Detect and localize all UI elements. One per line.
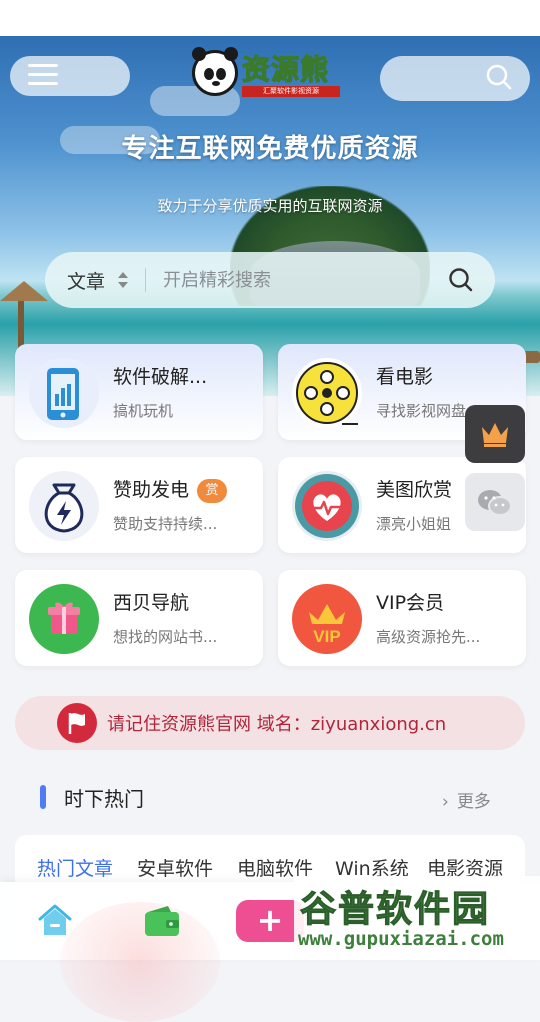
card-title: 软件破解... — [113, 366, 208, 388]
wallet-icon[interactable] — [142, 904, 182, 938]
heart-pulse-icon — [292, 471, 362, 541]
chevron-right-icon: › — [442, 792, 449, 812]
tab-hot-articles[interactable]: 热门文章 — [37, 854, 113, 881]
domain-notice: 请记住资源熊官网 域名：ziyuanxiong.cn — [15, 696, 525, 750]
more-link[interactable]: › 更多 — [442, 787, 491, 812]
divider — [145, 268, 146, 292]
card-desc: 漂亮小姐姐 — [376, 515, 452, 533]
reward-badge: 赏 — [197, 479, 228, 503]
card-vip[interactable]: VIP VIP会员 高级资源抢先... — [278, 570, 526, 666]
site-logo[interactable]: 资源熊 汇聚软件影视资源 — [192, 47, 344, 100]
card-title: 美图欣赏 — [376, 479, 453, 501]
card-desc: 搞机玩机 — [113, 402, 174, 420]
brand-name: 资源熊 — [241, 52, 330, 86]
crown-float-button[interactable] — [465, 405, 525, 463]
watermark-logo: 谷普软件园 www.gupuxiazai.com — [294, 876, 540, 960]
film-reel-icon — [292, 358, 362, 428]
card-navigation[interactable]: 西贝导航 想找的网站书... — [15, 570, 263, 666]
search-category-select[interactable]: 文章 — [67, 267, 105, 294]
notice-text: 请记住资源熊官网 域名：ziyuanxiong.cn — [107, 714, 447, 735]
search-bar: 文章 — [45, 252, 495, 308]
svg-text:VIP: VIP — [313, 627, 340, 646]
money-bag-icon — [29, 471, 99, 541]
search-submit-icon[interactable] — [447, 266, 475, 294]
watermark-url: www.gupuxiazai.com — [298, 928, 504, 950]
card-desc: 高级资源抢先... — [376, 628, 481, 646]
menu-icon[interactable] — [28, 64, 58, 88]
tab-android-software[interactable]: 安卓软件 — [137, 854, 213, 881]
card-desc: 想找的网站书... — [113, 628, 218, 646]
card-title: 赞助发电赏 — [113, 475, 228, 503]
phone-chart-icon — [29, 358, 99, 428]
watermark-text: 谷普软件园 — [299, 889, 491, 931]
hero-title: 专注互联网免费优质资源 — [121, 134, 419, 164]
brand-slogan: 汇聚软件影视资源 — [242, 86, 340, 97]
status-bar — [0, 0, 540, 36]
card-software[interactable]: 软件破解... 搞机玩机 — [15, 344, 263, 440]
crown-icon — [482, 423, 508, 447]
card-desc: 寻找影视网盘 — [376, 402, 467, 420]
panda-logo-icon — [192, 47, 238, 96]
search-input[interactable] — [163, 264, 433, 296]
wechat-icon — [478, 490, 512, 516]
sort-arrows-icon[interactable] — [117, 269, 129, 291]
home-icon[interactable] — [36, 902, 74, 938]
gift-box-icon — [29, 584, 99, 654]
card-title: 看电影 — [376, 366, 434, 388]
section-marker — [40, 785, 46, 809]
vip-crown-icon: VIP — [292, 584, 362, 654]
section-title: 时下热门 — [64, 787, 144, 811]
search-icon[interactable] — [485, 63, 513, 91]
wechat-float-button[interactable] — [465, 473, 525, 531]
card-title: VIP会员 — [376, 592, 445, 614]
flag-icon — [57, 703, 97, 743]
card-sponsor[interactable]: 赞助发电赏 赞助支持持续... — [15, 457, 263, 553]
hero-subtitle: 致力于分享优质实用的互联网资源 — [157, 197, 383, 215]
card-title: 西贝导航 — [113, 592, 190, 614]
card-desc: 赞助支持持续... — [113, 515, 218, 533]
